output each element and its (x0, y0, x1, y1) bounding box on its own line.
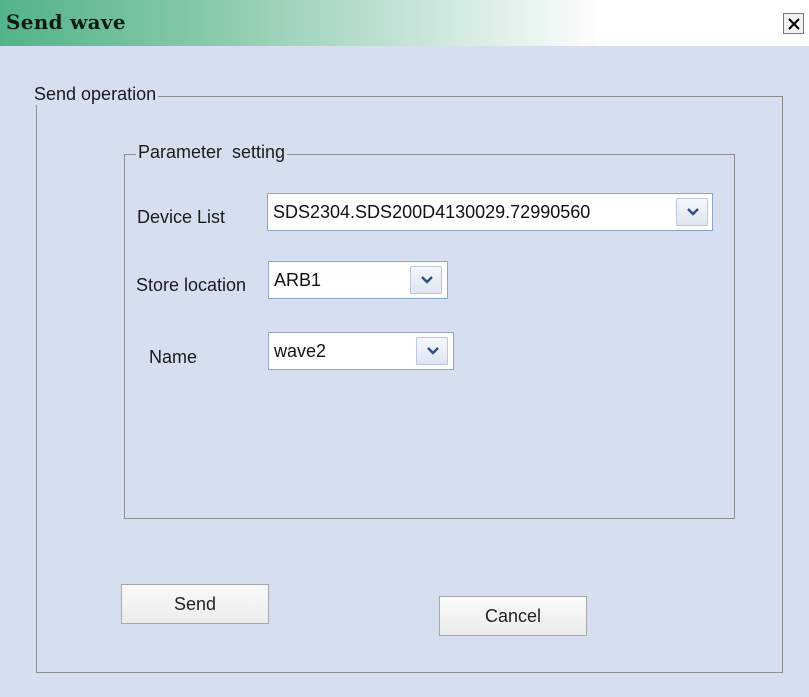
window-title: Send wave (6, 10, 126, 34)
chevron-down-icon (427, 347, 439, 355)
name-value: wave2 (274, 341, 327, 361)
device-list-dropdown-button[interactable] (676, 198, 708, 226)
name-select[interactable]: wave2 (268, 332, 454, 370)
name-label: Name (149, 347, 198, 367)
store-location-select[interactable]: ARB1 (268, 261, 448, 299)
title-bar: Send wave (0, 0, 809, 46)
device-list-value: SDS2304.SDS200D4130029.72990560 (273, 202, 591, 222)
device-list-select[interactable]: SDS2304.SDS200D4130029.72990560 (267, 193, 713, 231)
store-location-label: Store location (136, 275, 247, 295)
close-icon (788, 18, 800, 30)
close-button[interactable] (783, 13, 804, 34)
store-location-dropdown-button[interactable] (410, 266, 442, 294)
cancel-button[interactable]: Cancel (439, 596, 587, 636)
send-operation-legend: Send operation (32, 84, 159, 105)
chevron-down-icon (421, 276, 433, 284)
send-button[interactable]: Send (121, 584, 269, 624)
device-list-label: Device List (137, 207, 226, 227)
store-location-value: ARB1 (274, 270, 322, 290)
name-dropdown-button[interactable] (416, 337, 448, 365)
chevron-down-icon (687, 208, 699, 216)
parameter-setting-legend: Parameter setting (136, 142, 288, 163)
